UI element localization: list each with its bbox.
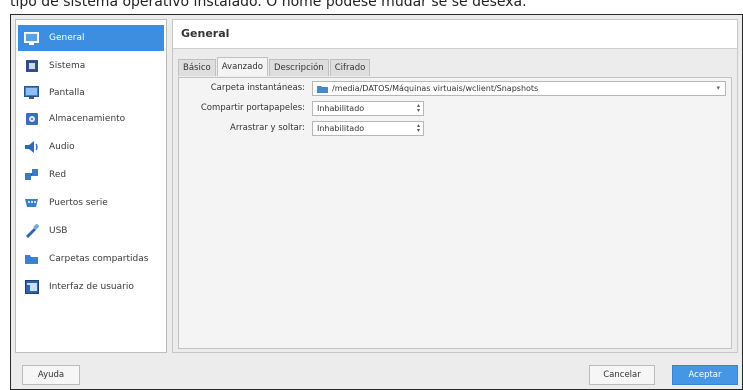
sidebar-item-label: Carpetas compartidas [49, 254, 149, 264]
clipboard-value: Inhabilitado [317, 104, 365, 113]
snapshot-folder-select[interactable]: /media/DATOS/Máquinas virtuais/wclient/S… [312, 81, 726, 96]
page-title: General [181, 27, 230, 40]
sidebar-item-red[interactable]: Red [18, 162, 164, 188]
page-header: General [173, 20, 737, 49]
page-caption: tipo de sistema operativo instalado. O n… [10, 0, 527, 10]
sidebar-item-usb[interactable]: USB [18, 218, 164, 244]
tab-basico[interactable]: Básico [178, 59, 216, 76]
dragdrop-value: Inhabilitado [317, 124, 365, 133]
sidebar-item-label: Sistema [49, 61, 86, 71]
speaker-icon [24, 140, 39, 154]
storage-icon [24, 112, 39, 126]
spin-arrows-icon: ▴ ▾ [416, 122, 420, 134]
folder-icon [24, 252, 39, 266]
sidebar-item-general[interactable]: General [18, 25, 164, 51]
chip-icon [24, 59, 39, 73]
sidebar-item-pantalla[interactable]: Pantalla [18, 80, 164, 106]
dragdrop-label: Arrastrar y soltar: [230, 123, 305, 133]
monitor-icon [24, 86, 39, 100]
settings-main: General Básico Avanzado Descripción Cifr… [172, 19, 738, 353]
sidebar-item-label: Puertos serie [49, 198, 108, 208]
dragdrop-select[interactable]: Inhabilitado ▴ ▾ [312, 121, 424, 136]
cancel-button[interactable]: Cancelar [589, 365, 655, 385]
general-icon [24, 31, 39, 45]
sidebar-item-sistema[interactable]: Sistema [18, 53, 164, 79]
tab-cifrado[interactable]: Cifrado [329, 59, 371, 76]
clipboard-label: Compartir portapapeles: [200, 103, 305, 113]
spin-arrows-icon: ▴ ▾ [416, 102, 420, 114]
accept-button[interactable]: Aceptar [672, 365, 738, 385]
snapshot-folder-value: /media/DATOS/Máquinas virtuais/wclient/S… [332, 84, 539, 93]
sidebar-item-puertos-serie[interactable]: Puertos serie [18, 190, 164, 216]
tab-descripcion[interactable]: Descripción [268, 59, 329, 76]
sidebar-item-audio[interactable]: Audio [18, 134, 164, 160]
sidebar-item-label: USB [49, 226, 68, 236]
settings-sidebar: General Sistema Pantalla Almacenamiento … [15, 19, 167, 353]
sidebar-item-carpetas-compartidas[interactable]: Carpetas compartidas [18, 246, 164, 272]
sidebar-item-label: Almacenamiento [49, 114, 126, 124]
sidebar-item-label: Interfaz de usuario [49, 282, 134, 292]
settings-window: General Sistema Pantalla Almacenamiento … [10, 14, 743, 390]
sidebar-item-label: General [49, 33, 85, 43]
help-button[interactable]: Ayuda [22, 365, 80, 385]
usb-icon [24, 224, 39, 238]
tab-panel: Carpeta instantáneas: /media/DATOS/Máqui… [178, 77, 732, 349]
tab-bar: Básico Avanzado Descripción Cifrado [178, 57, 371, 77]
chevron-down-icon: ▾ [716, 84, 720, 92]
sidebar-item-label: Pantalla [49, 88, 85, 98]
tab-avanzado[interactable]: Avanzado [216, 57, 268, 76]
sidebar-item-almacenamiento[interactable]: Almacenamiento [18, 106, 164, 132]
folder-icon [317, 85, 328, 93]
clipboard-select[interactable]: Inhabilitado ▴ ▾ [312, 101, 424, 116]
sidebar-item-label: Red [49, 170, 67, 180]
snapshot-folder-label: Carpeta instantáneas: [210, 83, 305, 93]
sidebar-item-interfaz-de-usuario[interactable]: Interfaz de usuario [18, 274, 164, 300]
ui-icon [24, 280, 39, 294]
sidebar-item-label: Audio [49, 142, 75, 152]
network-icon [24, 168, 39, 182]
serial-port-icon [24, 196, 39, 210]
